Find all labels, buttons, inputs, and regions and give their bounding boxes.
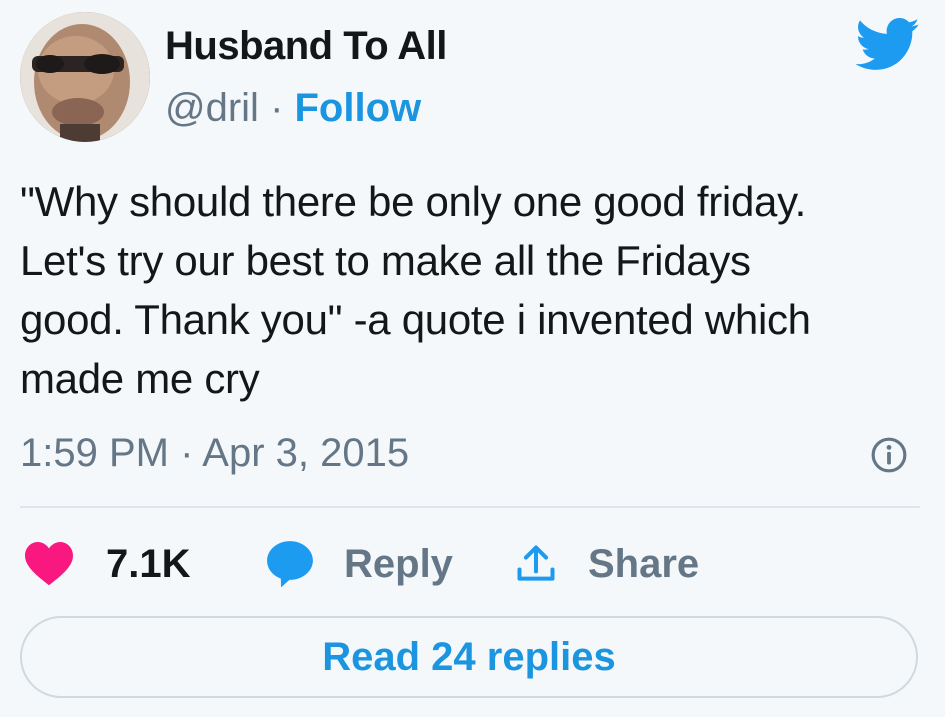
tweet-card: Husband To All @dril · Follow "Why shoul… (0, 0, 945, 717)
tweet-text: "Why should there be only one good frida… (20, 178, 811, 402)
read-replies-label: Read 24 replies (322, 635, 616, 679)
speech-bubble-icon (267, 541, 313, 588)
like-count: 7.1K (106, 542, 191, 586)
share-upload-icon (517, 545, 555, 581)
tweet-timestamp[interactable]: 1:59 PM · Apr 3, 2015 (20, 425, 409, 481)
share-button[interactable]: Share (514, 532, 699, 596)
like-button[interactable]: 7.1K (24, 532, 191, 596)
heart-icon (25, 542, 73, 586)
read-replies-button[interactable]: Read 24 replies (20, 616, 918, 698)
separator-dot: · (258, 86, 295, 130)
avatar-image (20, 12, 150, 142)
user-handle[interactable]: @dril (165, 86, 259, 130)
info-icon[interactable] (870, 436, 908, 474)
share-label: Share (588, 542, 700, 586)
reply-button[interactable]: Reply (264, 532, 453, 596)
twitter-bird-icon[interactable] (855, 18, 921, 72)
handle-row: @dril · Follow (165, 84, 421, 132)
display-name[interactable]: Husband To All (165, 22, 447, 70)
divider (20, 506, 920, 508)
follow-button[interactable]: Follow (295, 86, 422, 130)
avatar[interactable] (20, 12, 150, 142)
reply-label: Reply (344, 542, 453, 586)
action-bar: 7.1K Reply Share (20, 532, 920, 596)
